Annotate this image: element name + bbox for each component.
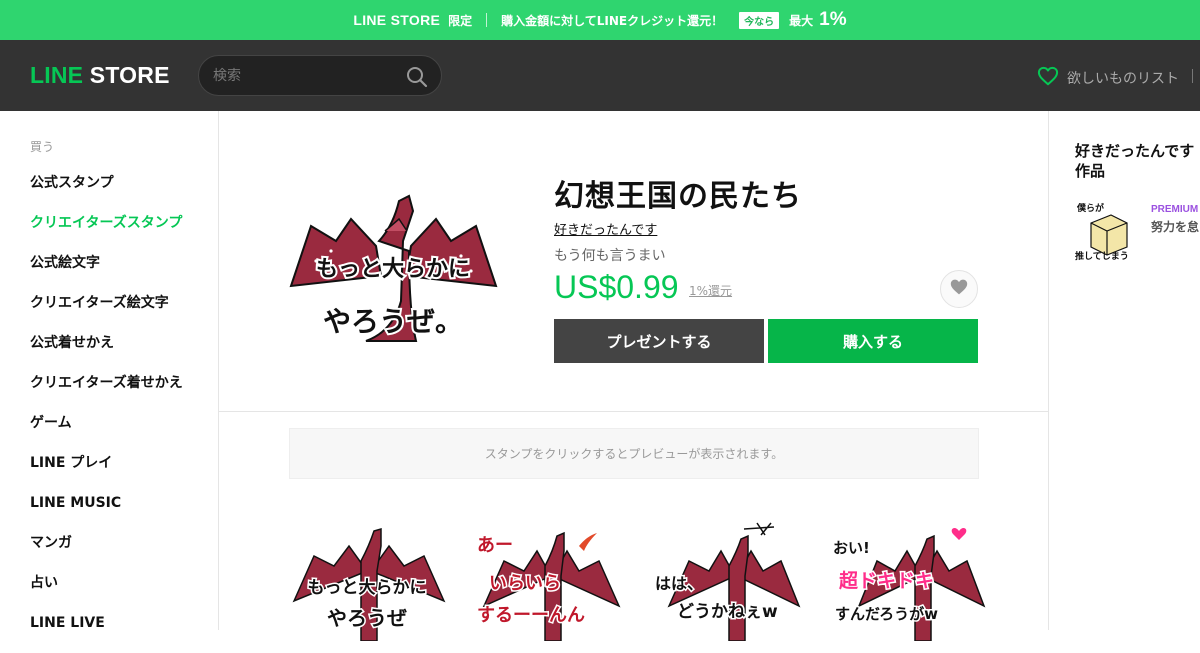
sidebar-item-fortune[interactable]: 占い (30, 573, 183, 613)
promo-max: 最大 (789, 13, 814, 28)
category-sidebar: 買う 公式スタンプ クリエイターズスタンプ 公式絵文字 クリエイターズ絵文字 公… (0, 111, 219, 631)
sticker-caption: もっと大らかに (308, 577, 427, 598)
sidebar-item-official-stickers[interactable]: 公式スタンプ (30, 173, 183, 213)
sticker-caption: いらいら (489, 573, 561, 594)
heart-icon (1037, 66, 1067, 90)
sticker-caption: やろうぜ (327, 606, 407, 630)
product-price: US$0.99 (554, 269, 679, 305)
sidebar-item-creators-emoji[interactable]: クリエイターズ絵文字 (30, 293, 183, 333)
cashback-link[interactable]: 1%還元 (689, 282, 732, 299)
preview-notice: スタンプをクリックするとプレビューが表示されます。 (289, 428, 979, 479)
sidebar-item-games[interactable]: ゲーム (30, 413, 183, 453)
promo-message: 購入金額に対してLINEクレジット還元！ (501, 13, 724, 28)
sticker-caption: あー (477, 535, 513, 556)
line-store-logo[interactable]: LINE STORE (30, 62, 170, 89)
sticker-caption: すんだろうがw (835, 605, 938, 623)
sticker-caption: 超ドキドキ (838, 569, 934, 592)
logo-line: LINE (30, 62, 84, 88)
premium-badge: PREMIUM (1151, 204, 1199, 215)
thumb-caption: 推してしまう (1075, 250, 1129, 261)
category-list: 公式スタンプ クリエイターズスタンプ 公式絵文字 クリエイターズ絵文字 公式着せ… (30, 173, 183, 653)
product-title: 幻想王国の民たち (554, 179, 802, 214)
sticker-caption: するーーんん (477, 605, 585, 626)
main-sticker-caption-1: もっと大らかに (316, 257, 470, 282)
sidebar-section-title: 買う (30, 140, 55, 154)
sticker-caption: おい! (833, 539, 870, 557)
promo-percent: 1% (819, 9, 847, 30)
sidebar-item-creators-themes[interactable]: クリエイターズ着せかえ (30, 373, 183, 413)
sticker-grid: もっと大らかに やろうぜ あー いらいら するーーんん はは、 どうかねぇw お… (289, 521, 1009, 641)
sidebar-item-manga[interactable]: マンガ (30, 533, 183, 573)
author-works-title: 好きだったんです の作品 (1075, 142, 1200, 180)
sidebar-item-official-themes[interactable]: 公式着せかえ (30, 333, 183, 373)
sticker-caption: どうかねぇw (677, 602, 778, 622)
promo-limited: 限定 (448, 13, 473, 28)
gift-button[interactable]: プレゼントする (554, 319, 764, 363)
buy-button[interactable]: 購入する (768, 319, 978, 363)
sticker-item[interactable]: もっと大らかに やろうぜ (289, 521, 449, 641)
sidebar-item-official-emoji[interactable]: 公式絵文字 (30, 253, 183, 293)
wishlist-label: 欲しいものリスト (1067, 71, 1179, 87)
author-link[interactable]: 好きだったんです (554, 219, 657, 238)
promo-brand: LINE STORE (353, 12, 441, 28)
related-product-name[interactable]: 努力を怠る 族館の仲 (1151, 219, 1200, 235)
sidebar-item-line-live[interactable]: LINE LIVE (30, 613, 183, 653)
main-content: もっと大らかに やろうぜ。 幻想王国の民たち 好きだったんです もう何も言うまい… (219, 111, 1049, 641)
sticker-item[interactable]: おい! 超ドキドキ すんだろうがw (829, 521, 989, 641)
promo-badge: 今なら (739, 11, 780, 29)
product-description: もう何も言うまい (554, 248, 666, 264)
wishlist-link[interactable]: 欲しいものリスト (1037, 66, 1179, 90)
site-header: LINE STORE 欲しいものリスト (0, 40, 1200, 111)
sticker-item[interactable]: あー いらいら するーーんん (469, 521, 629, 641)
thumb-caption: 僕らが (1076, 202, 1105, 214)
author-works-panel: 好きだったんです の作品 僕らが 推してしまう PREMIUM 努力を怠る 族館… (1050, 111, 1200, 630)
logo-store: STORE (89, 62, 170, 88)
add-to-wishlist-button[interactable] (940, 270, 978, 308)
related-sticker-thumbnail[interactable]: 僕らが 推してしまう (1075, 201, 1137, 261)
sidebar-item-line-play[interactable]: LINE プレイ (30, 453, 183, 493)
sidebar-item-creators-stickers[interactable]: クリエイターズスタンプ (30, 213, 183, 253)
search-box (198, 55, 442, 96)
search-icon[interactable] (405, 65, 429, 89)
main-sticker-image[interactable]: もっと大らかに やろうぜ。 (281, 191, 506, 346)
product-hero: もっと大らかに やろうぜ。 幻想王国の民たち 好きだったんです もう何も言うまい… (219, 111, 1049, 412)
header-divider (1192, 69, 1193, 83)
sidebar-item-line-music[interactable]: LINE MUSIC (30, 493, 183, 533)
sticker-item[interactable]: はは、 どうかねぇw (649, 521, 809, 641)
heart-icon (949, 278, 969, 300)
main-sticker-caption-2: やろうぜ。 (323, 305, 463, 338)
promo-banner[interactable]: LINE STORE 限定 購入金額に対してLINEクレジット還元！ 今なら 最… (0, 0, 1200, 40)
sticker-caption: はは、 (655, 574, 703, 593)
search-input[interactable] (213, 66, 393, 86)
promo-divider (486, 13, 488, 27)
